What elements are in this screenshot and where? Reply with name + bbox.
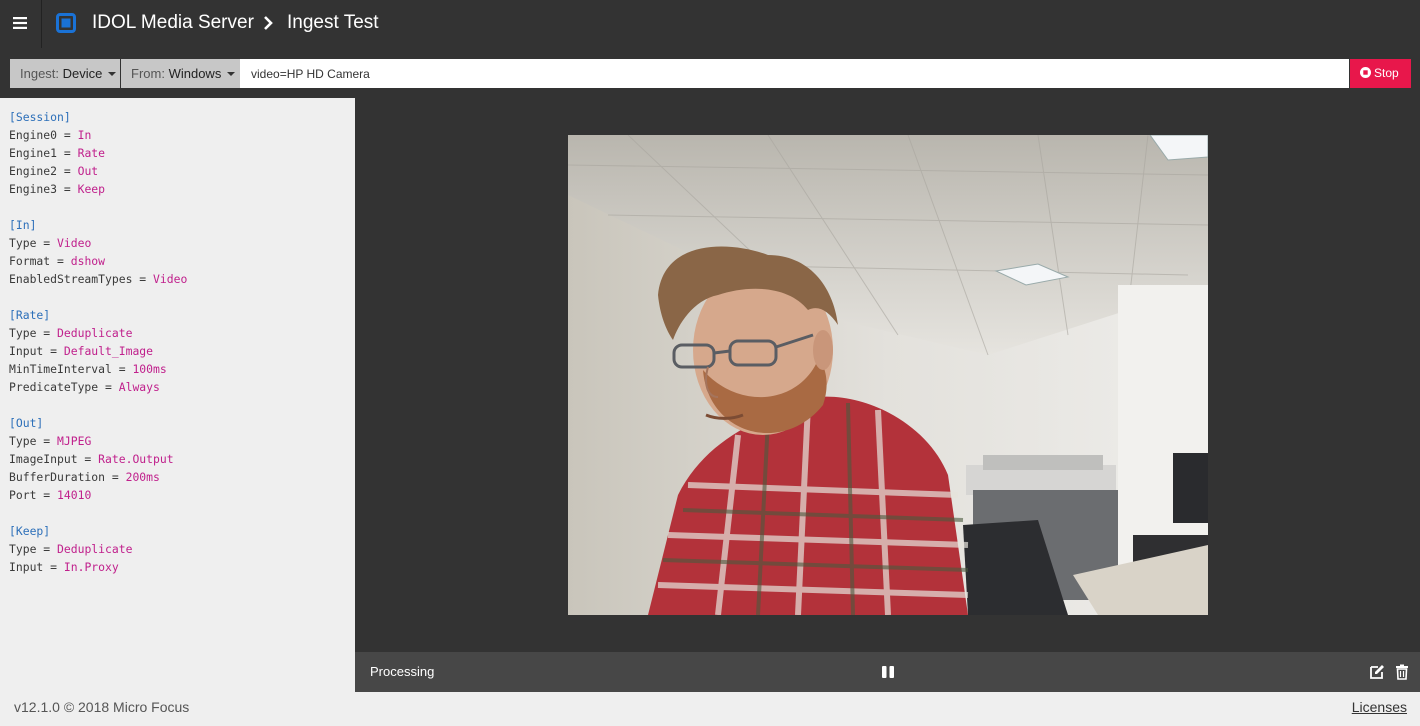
config-line: Engine0 = In <box>9 128 92 142</box>
config-value: Always <box>118 380 160 394</box>
caret-down-icon <box>227 71 236 76</box>
config-line: ImageInput = Rate.Output <box>9 452 174 466</box>
processing-status: Processing <box>370 664 435 679</box>
config-value: 100ms <box>132 362 167 376</box>
config-line: [Out] <box>9 414 355 432</box>
config-text: [Session] Engine0 = In Engine1 = Rate Engin… <box>0 98 355 576</box>
config-key: Type <box>9 542 37 556</box>
caret-down-icon <box>108 71 117 76</box>
pause-icon[interactable] <box>880 664 896 680</box>
config-line: Type = Deduplicate <box>9 326 133 340</box>
config-key: EnabledStreamTypes <box>9 272 133 286</box>
config-line: Port = 14010 <box>9 488 92 502</box>
config-line: [In] <box>9 216 355 234</box>
config-value: Video <box>153 272 188 286</box>
config-line: MinTimeInterval = 100ms <box>9 362 167 376</box>
video-frame <box>568 135 1208 615</box>
config-line: EnabledStreamTypes = Video <box>9 272 188 286</box>
config-value: Out <box>77 164 99 178</box>
stop-button[interactable]: Stop <box>1350 59 1411 88</box>
ingest-toolbar: Ingest: Device From: Windows Stop <box>0 48 1420 98</box>
config-key: Engine1 <box>9 146 58 160</box>
config-key: Format <box>9 254 51 268</box>
app-logo <box>56 13 76 33</box>
config-key: Type <box>9 326 37 340</box>
config-value: Default_Image <box>63 344 154 358</box>
licenses-link[interactable]: Licenses <box>1352 699 1407 715</box>
config-key: Engine2 <box>9 164 58 178</box>
app-title[interactable]: IDOL Media Server <box>92 11 254 35</box>
page-title: Ingest Test <box>287 12 379 33</box>
config-line: [Keep] <box>9 522 355 540</box>
config-line: Input = In.Proxy <box>9 560 119 574</box>
config-value: Deduplicate <box>57 542 133 556</box>
config-key: ImageInput <box>9 452 78 466</box>
config-line <box>9 396 355 414</box>
config-line: Engine3 = Keep <box>9 182 106 196</box>
config-section-header: [Session] <box>9 110 71 124</box>
config-key: BufferDuration <box>9 470 106 484</box>
source-input[interactable] <box>240 59 1349 88</box>
config-section-header: [Rate] <box>9 308 51 322</box>
config-key: MinTimeInterval <box>9 362 112 376</box>
config-value: dshow <box>70 254 106 268</box>
config-line: Input = Default_Image <box>9 344 154 358</box>
config-line: Type = MJPEG <box>9 434 92 448</box>
hamburger-icon <box>13 17 27 29</box>
config-line <box>9 288 355 306</box>
config-key: Type <box>9 434 37 448</box>
ingest-source-value: Windows <box>168 66 222 81</box>
ingest-source-dropdown[interactable]: From: Windows <box>121 59 240 88</box>
config-value: Rate <box>77 146 106 160</box>
config-key: Port <box>9 488 37 502</box>
trash-icon[interactable] <box>1395 664 1409 680</box>
config-editor[interactable]: [Session] Engine0 = In Engine1 = Rate Engin… <box>0 98 355 692</box>
config-value: MJPEG <box>57 434 92 448</box>
config-value: In.Proxy <box>63 560 119 574</box>
config-line: Engine2 = Out <box>9 164 99 178</box>
ingest-type-dropdown[interactable]: Ingest: Device <box>10 59 120 88</box>
config-section-header: [In] <box>9 218 37 232</box>
config-value: 200ms <box>125 470 160 484</box>
config-line <box>9 504 355 522</box>
stop-circle-icon <box>1360 67 1371 79</box>
edit-icon[interactable] <box>1369 664 1385 680</box>
app-header: IDOL Media Server Ingest Test <box>0 0 1420 48</box>
ingest-type-value: Device <box>62 66 103 81</box>
config-line: [Session] <box>9 108 355 126</box>
chevron-right-icon <box>264 16 273 30</box>
config-line: Type = Video <box>9 236 92 250</box>
config-key: Input <box>9 560 44 574</box>
config-line: Type = Deduplicate <box>9 542 133 556</box>
config-value: 14010 <box>57 488 92 502</box>
config-value: Deduplicate <box>57 326 133 340</box>
ingest-type-label: Ingest: <box>20 66 60 81</box>
camera-feed-image <box>568 135 1208 615</box>
video-viewport <box>355 98 1420 652</box>
stop-button-label: Stop <box>1374 66 1399 80</box>
app-footer: v12.1.0 © 2018 Micro Focus Licenses <box>0 692 1420 726</box>
config-line <box>9 198 355 216</box>
config-key: PredicateType <box>9 380 99 394</box>
config-line: [Rate] <box>9 306 355 324</box>
ingest-source-label: From: <box>131 66 165 81</box>
config-section-header: [Keep] <box>9 524 51 538</box>
config-value: Keep <box>77 182 106 196</box>
player-status-bar: Processing <box>355 652 1420 692</box>
config-key: Input <box>9 344 44 358</box>
version-text: v12.1.0 © 2018 Micro Focus <box>14 699 190 715</box>
config-key: Engine0 <box>9 128 58 142</box>
config-value: Video <box>57 236 92 250</box>
config-value: In <box>77 128 92 142</box>
config-value: Rate.Output <box>98 452 174 466</box>
config-line: PredicateType = Always <box>9 380 160 394</box>
config-key: Type <box>9 236 37 250</box>
config-section-header: [Out] <box>9 416 44 430</box>
config-line: Format = dshow <box>9 254 106 268</box>
config-key: Engine3 <box>9 182 58 196</box>
config-line: Engine1 = Rate <box>9 146 106 160</box>
hamburger-menu-button[interactable] <box>0 0 42 48</box>
config-line: BufferDuration = 200ms <box>9 470 160 484</box>
